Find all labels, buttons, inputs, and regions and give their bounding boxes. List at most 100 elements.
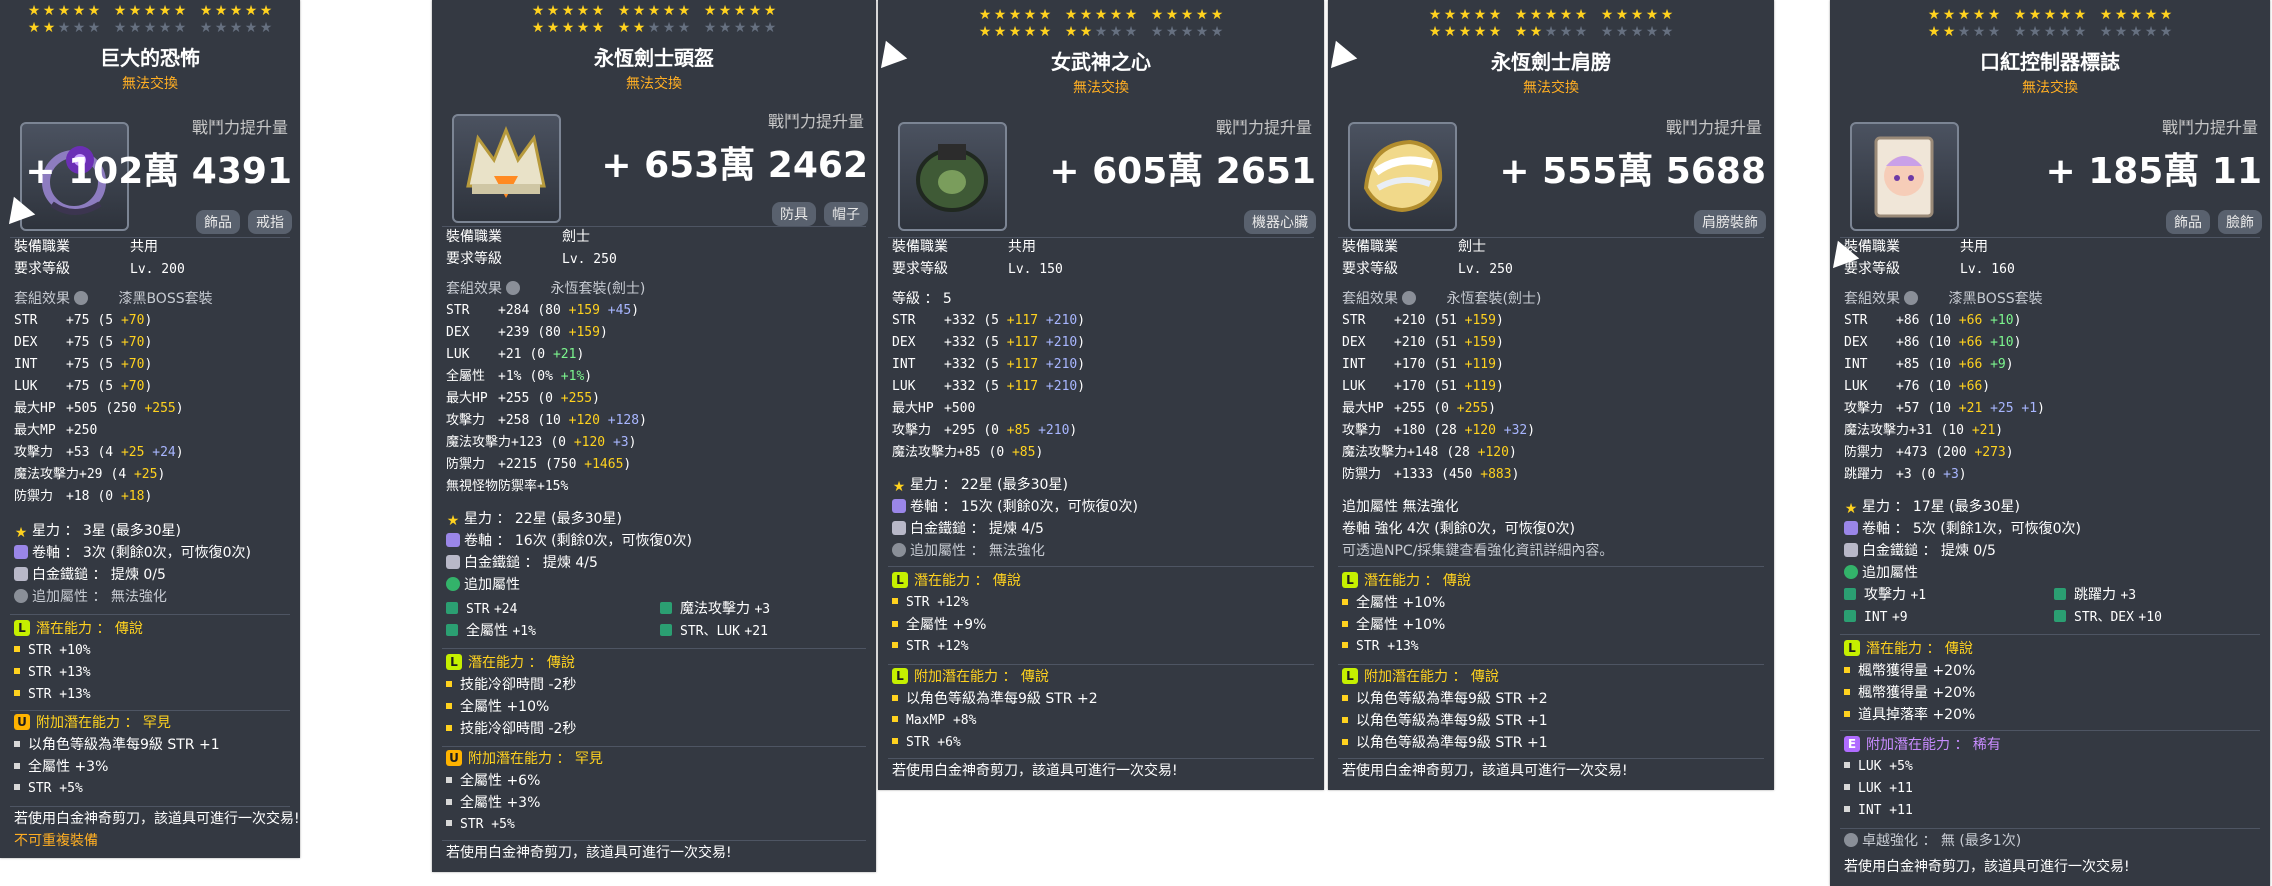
level-row: 要求等級 Lv. 200 [14, 261, 185, 277]
star-icon: ★ [1844, 501, 1858, 517]
job-row: 裝備職業 共用 [1844, 239, 1988, 255]
stat-flame: +66 [1958, 357, 1983, 372]
stat-name: 全屬性 [446, 369, 486, 384]
stat-flame: +883 [1480, 467, 1512, 482]
star-icon: ★ [763, 3, 777, 19]
stat-name: 防禦力 [1342, 467, 1382, 482]
star-icon: ★ [763, 20, 777, 36]
stat-total: +3 [1896, 467, 1912, 482]
stat-name: 最大MP [14, 423, 56, 438]
star-icon: ★ [1942, 7, 1956, 23]
star-icon: ★ [1150, 7, 1164, 23]
bonus-line: 以角色等級為準每9級 STR +1 [1342, 732, 1548, 754]
potential-title: L 潛在能力 ： 傳說 [14, 618, 143, 640]
stat-flame: +159 [568, 325, 600, 340]
stat-total: +1333 [1394, 467, 1434, 482]
star-icon: ★ [647, 3, 661, 19]
stat-name: STR [14, 313, 38, 328]
star-icon: ★ [993, 24, 1007, 40]
star-rating: ★ ★ ★ ★ ★ ★ ★ ★ ★ ★ ★ ★ ★ ★ ★ ★ ★ ★ ★ ★ ★ ★ ★ ★ ★ ★ ★ ★ ★ ★ [1328, 6, 1774, 40]
stat-base: (5 [983, 313, 1007, 328]
stat-enhance: +210 [1038, 379, 1078, 394]
potential-line: STR +13% [14, 662, 91, 684]
stat-name: 防禦力 [14, 489, 54, 504]
power-value: + 555萬 5688 [1499, 151, 1766, 192]
star-icon: ★ [993, 7, 1007, 23]
divider [10, 806, 290, 807]
stat-flame: +159 [1464, 313, 1496, 328]
stat-name: 魔法攻擊力 [1844, 423, 1910, 438]
stat-name: LUK [1342, 379, 1366, 394]
star-icon: ★ [2099, 24, 2113, 40]
stat-flame: +117 [1006, 379, 1039, 394]
stat-name: 魔法攻擊力 [446, 435, 512, 450]
stat-flame: +117 [1006, 335, 1039, 350]
stat-flame: +117 [1006, 357, 1039, 372]
scroll-row: 卷軸 ： 5次 (剩餘1次，可恢復0次) [1844, 518, 2081, 540]
grade-row: 等級 ： 5 [892, 291, 952, 307]
stat-row: LUK +76 (10 +66) [1844, 376, 1990, 398]
untradeable-label: 無法交換 [1523, 80, 1579, 96]
item-icon [452, 114, 561, 223]
starforce-row: ★ 星力 ： 3星 (最多30星) [14, 523, 181, 541]
stat-base: (0 [537, 391, 561, 406]
hammer-row: 白金鐵鎚 ： 提煉 4/5 [892, 518, 1044, 540]
category-tag: 帽子 [824, 202, 868, 226]
stat-name: 魔法攻擊力 [14, 467, 80, 482]
stat-row: 無視怪物防禦率+15% [446, 476, 576, 498]
untradeable-label: 無法交換 [2022, 80, 2078, 96]
scroll-row: 卷軸 強化 4次 (剩餘0次，可恢復0次) [1342, 521, 1575, 537]
power-value: + 605萬 2651 [1049, 151, 1316, 192]
star-icon: ★ [57, 3, 71, 19]
stat-close: ) [144, 313, 153, 328]
star-icon: ★ [1443, 24, 1457, 40]
stat-close: ) [2005, 445, 2014, 460]
stat-name: LUK [14, 379, 38, 394]
stat-close: ) [1495, 313, 1504, 328]
stat-total: +295 [944, 423, 976, 438]
star-icon: ★ [1630, 24, 1644, 40]
star-icon: ★ [1600, 24, 1614, 40]
item-name: 永恆劍士肩膀 [1491, 50, 1611, 74]
star-icon: ★ [718, 3, 732, 19]
stat-name: LUK [1844, 379, 1868, 394]
stat-total: +210 [1394, 335, 1426, 350]
stat-close: ) [157, 467, 166, 482]
bonus-line: 以角色等級為準每9級 STR +1 [1342, 710, 1548, 732]
star-icon: ★ [87, 3, 101, 19]
star-icon: ★ [1023, 24, 1037, 40]
stat-close: ) [1495, 335, 1504, 350]
stat-close: ) [1527, 423, 1536, 438]
stat-name: 魔法攻擊力 [892, 445, 958, 460]
set-row: 套組效果 漆黑BOSS套裝 [1844, 291, 2043, 307]
power-increase-label: 戰鬥力提升量 [191, 118, 288, 137]
star-row: ★ ★ ★ ★ ★ ★ ★ ★ ★ ★ ★ ★ ★ ★ ★ [0, 2, 300, 19]
stat-total: +86 [1896, 335, 1920, 350]
star-icon: ★ [1615, 24, 1629, 40]
stat-flame: +70 [120, 379, 145, 394]
star-icon: ★ [1600, 7, 1614, 23]
potential-line: 全屬性 +9% [892, 614, 986, 636]
additional-stat-row: 魔法攻擊力 +3 [660, 598, 770, 621]
legendary-badge-icon: L [892, 572, 908, 588]
stat-close: ) [144, 357, 153, 372]
stat-row: 攻擊力 +258 (10 +120 +128) [446, 410, 647, 432]
star-icon: ★ [1079, 7, 1093, 23]
divider [10, 710, 290, 711]
star-icon: ★ [1574, 7, 1588, 23]
stat-flame: +66 [1958, 379, 1983, 394]
potential-title: L 潛在能力 ： 傳說 [1844, 638, 1973, 660]
star-icon: ★ [1630, 7, 1644, 23]
potential-line: STR +13% [1342, 636, 1419, 658]
stat-total: +85 [957, 445, 981, 460]
star-icon: ★ [1927, 7, 1941, 23]
stat-name: 攻擊力 [14, 445, 54, 460]
stat-name: DEX [1844, 335, 1868, 350]
level-row: 要求等級 Lv. 160 [1844, 261, 2015, 277]
stat-total: +75 [66, 379, 90, 394]
star-icon: ★ [892, 479, 906, 495]
additional-stat-icon [1844, 565, 1858, 579]
stat-name: 攻擊力 [892, 423, 932, 438]
stat-total: +332 [944, 335, 976, 350]
stat-total: +500 [944, 401, 976, 416]
